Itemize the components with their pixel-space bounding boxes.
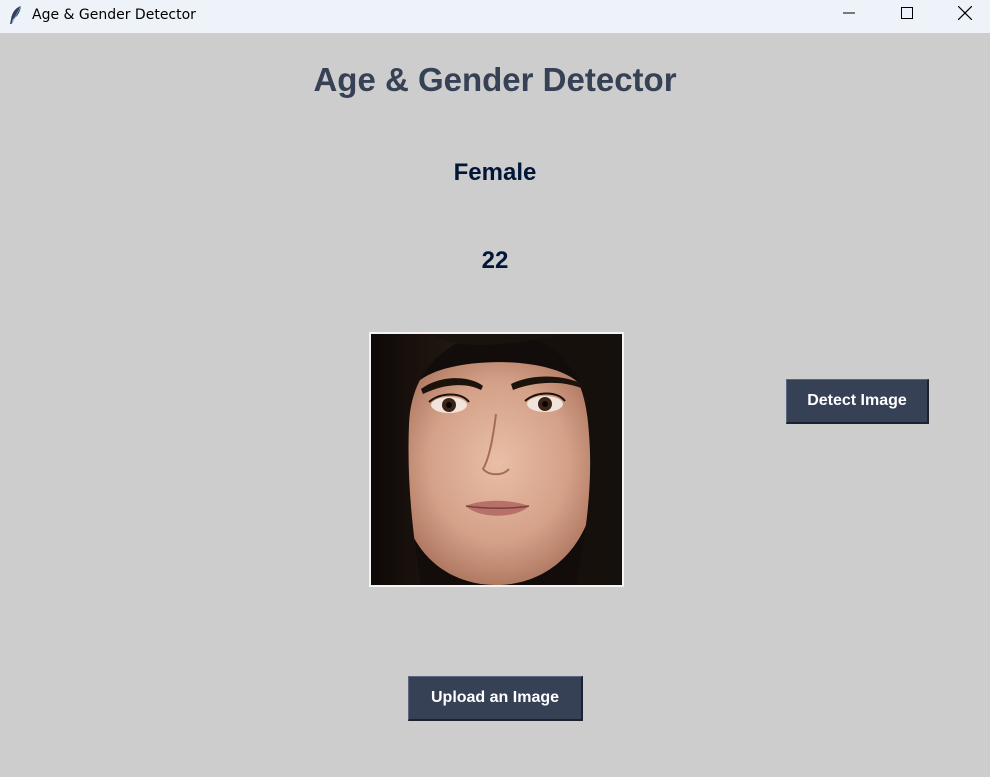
app-heading: Age & Gender Detector <box>313 61 677 98</box>
upload-image-button[interactable]: Upload an Image <box>408 676 583 721</box>
maximize-button[interactable] <box>884 0 930 30</box>
close-button[interactable] <box>942 0 988 30</box>
close-icon <box>957 5 973 25</box>
feather-icon <box>8 5 24 25</box>
age-result-label: 22 <box>481 247 509 274</box>
minimize-button[interactable] <box>826 0 872 30</box>
maximize-icon <box>901 6 913 24</box>
main-content: Age & Gender Detector Female 22 Detect I… <box>0 33 990 777</box>
window-title: Age & Gender Detector <box>32 7 196 23</box>
minimize-icon <box>843 6 855 24</box>
uploaded-image <box>369 332 624 587</box>
app-window: Age & Gender Detector Age & Gender Detec… <box>0 0 990 777</box>
detect-image-button[interactable]: Detect Image <box>786 379 929 424</box>
gender-result-label: Female <box>453 159 537 186</box>
title-bar: Age & Gender Detector <box>0 0 990 33</box>
face-photo <box>371 334 622 585</box>
